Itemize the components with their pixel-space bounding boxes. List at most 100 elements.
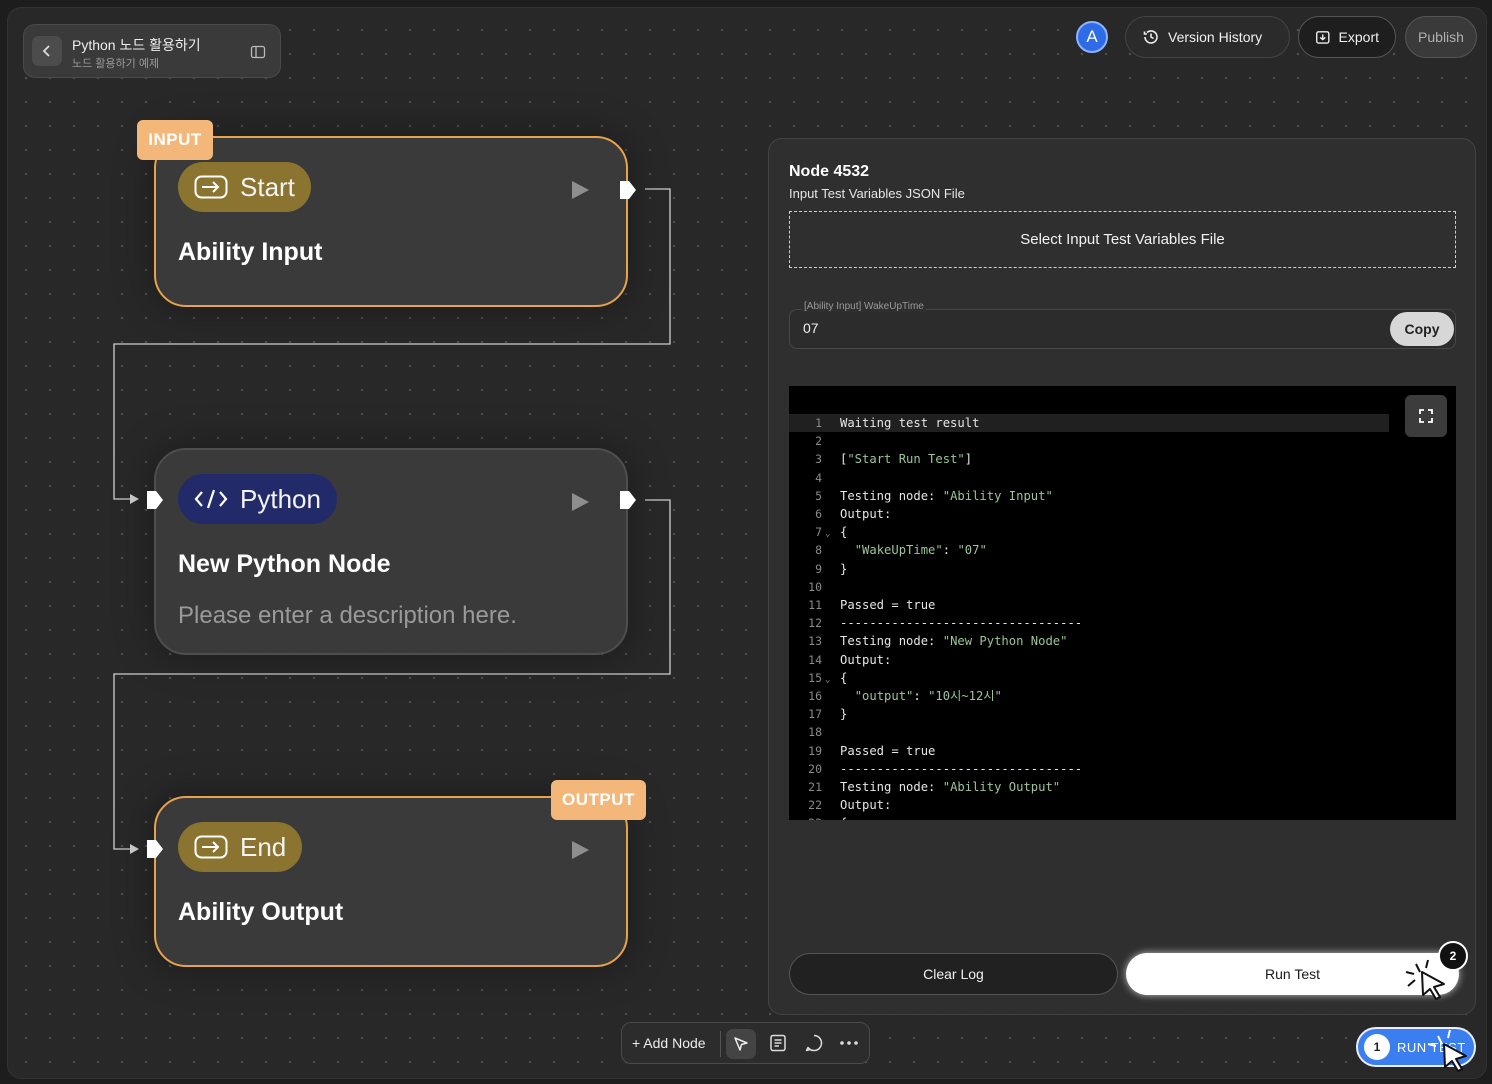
select-tool-button[interactable] — [726, 1029, 756, 1059]
log-line: 11 Passed = true — [789, 596, 1389, 614]
expand-icon — [1419, 409, 1433, 423]
input-port[interactable] — [145, 839, 165, 859]
log-text: { — [840, 525, 848, 540]
clear-log-button[interactable]: Clear Log — [789, 953, 1118, 995]
line-number: 7 — [815, 525, 822, 540]
test-log[interactable]: 1 Waiting test result 2 3 ["Start Run Test"]… — [789, 386, 1456, 820]
line-number: 8 — [815, 543, 822, 558]
pointer-icon — [734, 1037, 748, 1051]
end-node[interactable]: End Ability Output — [154, 796, 628, 967]
step-1-badge: 1 — [1364, 1034, 1390, 1060]
line-number: 5 — [815, 488, 822, 503]
line-number: 21 — [808, 780, 822, 794]
log-line: 21 Testing node: "Ability Output" — [789, 778, 1389, 796]
log-line: 3 ["Start Run Test"] — [789, 450, 1389, 468]
line-number: 20 — [808, 761, 822, 776]
input-port[interactable] — [145, 490, 165, 510]
line-number: 23 — [789, 814, 822, 820]
log-line: 10 — [789, 578, 1389, 596]
output-port[interactable] — [618, 490, 638, 510]
line-number: 14 — [808, 652, 822, 667]
expand-button[interactable] — [1405, 395, 1447, 437]
comment-icon[interactable] — [804, 1033, 824, 1053]
version-history-button[interactable]: Version History — [1125, 16, 1290, 58]
log-text: : — [942, 543, 958, 558]
end-badge-label: End — [240, 831, 287, 862]
log-text: Output: — [840, 507, 892, 521]
line-number: 6 — [815, 507, 822, 521]
note-icon[interactable] — [768, 1033, 788, 1053]
history-icon — [1143, 30, 1158, 44]
log-string: "WakeUpTime" — [854, 543, 943, 558]
log-text: } — [840, 561, 848, 576]
python-node-title: New Python Node — [178, 550, 391, 578]
log-line: 19 Passed = true — [789, 742, 1389, 760]
start-badge-label: Start — [240, 171, 295, 202]
start-node[interactable]: Start Ability Input — [154, 136, 628, 307]
log-string: "10시~12시" — [928, 689, 1002, 703]
log-text: } — [840, 707, 848, 722]
output-port[interactable] — [618, 180, 638, 200]
publish-button[interactable]: Publish — [1405, 16, 1477, 58]
log-line: 1 Waiting test result — [789, 414, 1389, 432]
variable-field[interactable]: [Ability Input] WakeUpTime 07 Copy — [789, 301, 1456, 349]
log-text: Passed = true — [840, 743, 936, 758]
log-line: 5 Testing node: "Ability Input" — [789, 487, 1389, 505]
log-text: Testing node: — [840, 780, 943, 794]
toolbar-divider — [720, 1031, 721, 1057]
log-text: Testing node: — [840, 488, 943, 503]
python-badge: Python — [178, 474, 337, 524]
version-history-label: Version History — [1168, 29, 1263, 45]
log-line: 16 "output": "10시~12시" — [789, 687, 1389, 705]
line-number: 13 — [808, 634, 822, 649]
step-2-badge: 2 — [1438, 941, 1468, 971]
panel-subtitle: Input Test Variables JSON File — [789, 186, 965, 201]
line-number: 15 — [808, 670, 822, 685]
log-line: 20 --------------------------------- — [789, 760, 1389, 778]
log-line: 15 ⌄{ — [789, 669, 1389, 687]
line-number: 10 — [808, 579, 822, 594]
line-number: 18 — [808, 725, 822, 740]
play-icon[interactable] — [570, 492, 590, 512]
log-line: 17} — [789, 705, 1389, 723]
python-node[interactable]: Python New Python Node Please enter a de… — [154, 448, 628, 655]
log-text: --------------------------------- — [840, 616, 1083, 631]
log-text: Output: — [840, 798, 892, 813]
variable-value[interactable]: 07 — [803, 320, 819, 336]
more-icon[interactable] — [838, 1033, 860, 1053]
user-avatar[interactable]: A — [1076, 21, 1108, 53]
log-text: --------------------------------- — [840, 761, 1083, 776]
python-node-description[interactable]: Please enter a description here. — [178, 602, 517, 630]
line-number: 22 — [808, 798, 822, 813]
copy-button[interactable]: Copy — [1390, 312, 1454, 346]
log-line: 14 Output: — [789, 651, 1389, 669]
log-line: 7 ⌄{ — [789, 523, 1389, 541]
log-text: : — [913, 689, 929, 703]
log-text: Waiting test result — [840, 416, 980, 430]
arrow-right-box-icon — [194, 175, 228, 199]
select-file-button[interactable]: Select Input Test Variables File — [789, 211, 1456, 268]
play-icon[interactable] — [570, 840, 590, 860]
end-node-title: Ability Output — [178, 898, 344, 926]
log-line: 18 — [789, 723, 1389, 741]
log-string: "New Python Node" — [942, 634, 1068, 649]
log-text: Passed = true — [840, 598, 936, 612]
log-string: "07" — [957, 543, 987, 558]
line-number: 11 — [808, 598, 822, 612]
export-button[interactable]: Export — [1298, 16, 1396, 58]
start-badge: Start — [178, 162, 311, 212]
arrow-right-box-icon — [194, 835, 228, 859]
line-number: 2 — [815, 434, 822, 449]
line-number: 19 — [808, 743, 822, 758]
add-node-button[interactable]: + Add Node — [632, 1035, 706, 1051]
log-text: Output: — [840, 652, 892, 667]
log-line: 4 — [789, 469, 1389, 487]
play-icon[interactable] — [570, 180, 590, 200]
end-badge: End — [178, 822, 303, 872]
log-line: 22 Output: — [789, 796, 1389, 814]
log-line: 23 { — [789, 814, 1389, 820]
line-number: 16 — [808, 689, 822, 703]
log-line: 6 Output: — [789, 505, 1389, 523]
test-panel: Node 4532 Input Test Variables JSON File… — [768, 138, 1476, 1015]
